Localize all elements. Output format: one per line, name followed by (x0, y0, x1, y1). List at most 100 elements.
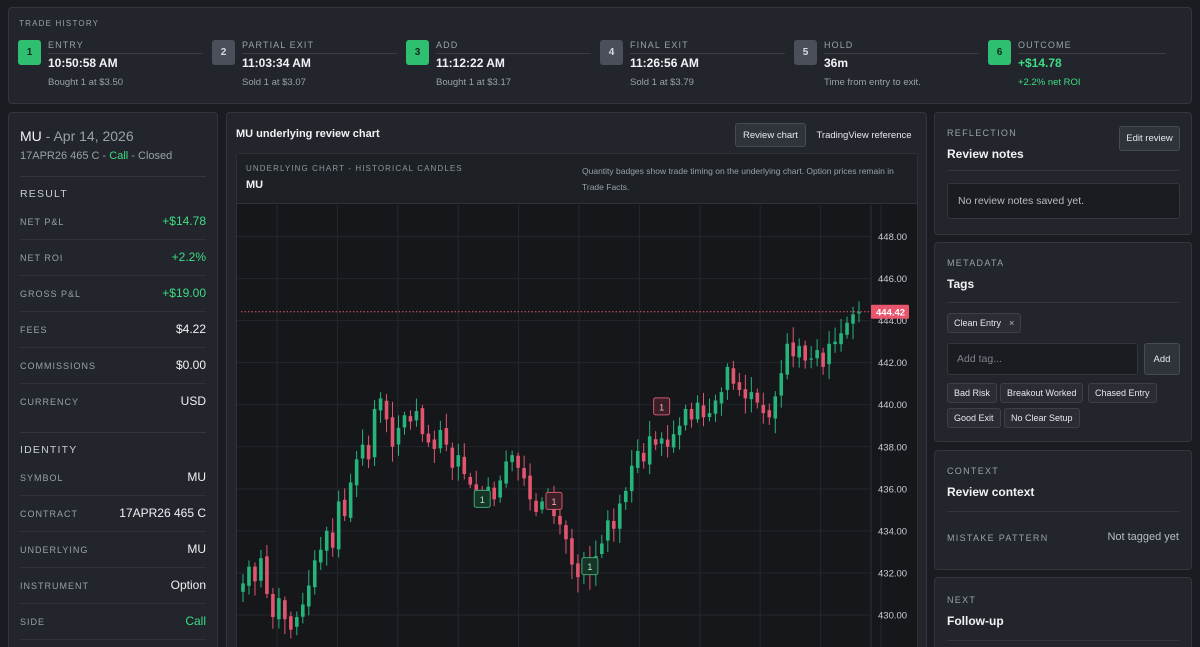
candle-body (743, 389, 748, 399)
candle-body (713, 400, 718, 414)
marker-quantity-label: 1 (587, 562, 592, 572)
tradingview-reference-button[interactable]: TradingView reference (811, 123, 917, 147)
candle-body (402, 415, 407, 428)
context-caps: CONTEXT (947, 466, 1000, 476)
candle-body (456, 455, 461, 467)
contract-line: 17APR26 465 C - Call - Closed (20, 150, 172, 162)
active-tag-chip[interactable]: Clean Entry × (947, 313, 1022, 333)
side-text: Call (109, 150, 129, 162)
candle-body (689, 409, 694, 420)
row-value: +$19.00 (162, 286, 206, 300)
chart-panel-title: MU underlying review chart (236, 128, 380, 140)
marker-quantity-label: 1 (480, 495, 485, 505)
review-notes-title: Review notes (947, 147, 1024, 161)
suggested-tag-chased-entry[interactable]: Chased Entry (1088, 383, 1157, 403)
y-tick-label: 432.00 (878, 568, 907, 579)
step-divider (242, 53, 397, 54)
row-label: CURRENCY (20, 397, 80, 407)
step-divider (436, 53, 591, 54)
candle-body (767, 410, 772, 418)
candle-body (827, 343, 831, 365)
candle-body (432, 439, 437, 449)
candle-body (600, 543, 604, 555)
step-label: PARTIAL EXIT (242, 40, 315, 50)
row-value: +2.2% (171, 250, 206, 264)
follow-up-title: Follow-up (947, 614, 1004, 628)
candle-body (241, 583, 245, 592)
candle-body (623, 490, 628, 503)
candle-body (283, 600, 287, 620)
candle-body (570, 538, 574, 565)
add-tag-input[interactable] (947, 343, 1138, 375)
row-label: CONTRACT (20, 509, 78, 519)
tags-title: Tags (947, 277, 975, 291)
candle-body (277, 598, 281, 620)
trade-history-title: TRADE HISTORY (19, 19, 100, 28)
candle-body (426, 433, 431, 443)
candle-body (492, 487, 496, 500)
history-step-outcome: 6 OUTCOME +$14.78 +2.2% net ROI (988, 40, 1178, 100)
remove-tag-icon[interactable]: × (1009, 318, 1014, 328)
divider (947, 640, 1179, 641)
edit-review-button[interactable]: Edit review (1119, 126, 1180, 151)
candle-body (265, 556, 269, 594)
marker-quantity-label: 1 (659, 402, 664, 412)
suggested-tag-breakout-worked[interactable]: Breakout Worked (1000, 383, 1084, 403)
row-label: SIDE (20, 617, 46, 627)
candle-body (606, 520, 610, 541)
candle-body (420, 408, 425, 435)
review-chart-button[interactable]: Review chart (735, 123, 806, 147)
y-tick-label: 436.00 (878, 484, 907, 495)
row-value: $0.00 (175, 358, 206, 372)
step-detail: Bought 1 at $3.17 (436, 77, 512, 88)
candlestick-chart[interactable]: 448.00446.00444.00442.00440.00438.00436.… (237, 205, 917, 647)
candle-body (271, 593, 275, 618)
candle-body (719, 392, 724, 404)
candle-body (414, 411, 419, 421)
divider (947, 170, 1179, 171)
candle-body (851, 314, 855, 324)
suggested-tag-no-clear-setup[interactable]: No Clear Setup (1004, 408, 1080, 428)
y-tick-label: 442.00 (878, 358, 907, 369)
marker-quantity-label: 1 (551, 497, 556, 507)
identity-row-side: SIDE Call (20, 604, 206, 640)
candle-body (378, 398, 383, 411)
candle-body (755, 392, 760, 403)
candle-body (289, 616, 293, 630)
history-step-entry: 1 ENTRY 10:50:58 AM Bought 1 at $3.50 (18, 40, 203, 100)
step-number-badge: 2 (212, 40, 235, 65)
y-tick-label: 446.00 (878, 274, 907, 285)
candle-body (444, 428, 449, 445)
identity-row-symbol: SYMBOL MU (20, 460, 206, 496)
row-value: MU (187, 470, 206, 484)
step-label: HOLD (824, 40, 854, 50)
row-value: 17APR26 465 C (119, 506, 206, 520)
candle-body (372, 408, 377, 458)
candle-body (510, 455, 514, 463)
candle-body (342, 499, 347, 517)
history-step-add: 3 ADD 11:12:22 AM Bought 1 at $3.17 (406, 40, 591, 100)
candle-body (671, 434, 676, 448)
add-tag-button[interactable]: Add (1144, 343, 1180, 375)
step-value: 11:03:34 AM (242, 56, 311, 70)
candle-body (659, 438, 664, 444)
suggested-tag-good-exit[interactable]: Good Exit (947, 408, 1001, 428)
candle-body (522, 468, 526, 479)
trade-date: - Apr 14, 2026 (41, 128, 134, 144)
mistake-pattern-value: Not tagged yet (1107, 531, 1179, 543)
chart-header: UNDERLYING CHART - HISTORICAL CANDLES MU… (237, 154, 917, 204)
reflection-caps: REFLECTION (947, 128, 1018, 138)
candle-body (707, 413, 712, 417)
step-divider (824, 53, 979, 54)
suggested-tag-bad-risk[interactable]: Bad Risk (947, 383, 998, 403)
candle-body (336, 501, 341, 550)
identity-row-instrument: INSTRUMENT Option (20, 568, 206, 604)
chart-symbol: MU (246, 179, 264, 191)
result-row-net-pnl: NET P&L +$14.78 (20, 204, 206, 240)
step-label: ADD (436, 40, 459, 50)
status-text: - Closed (128, 150, 173, 162)
candle-body (564, 525, 568, 540)
candle-body (516, 455, 520, 468)
row-label: INSTRUMENT (20, 581, 89, 591)
candle-body (301, 604, 305, 617)
